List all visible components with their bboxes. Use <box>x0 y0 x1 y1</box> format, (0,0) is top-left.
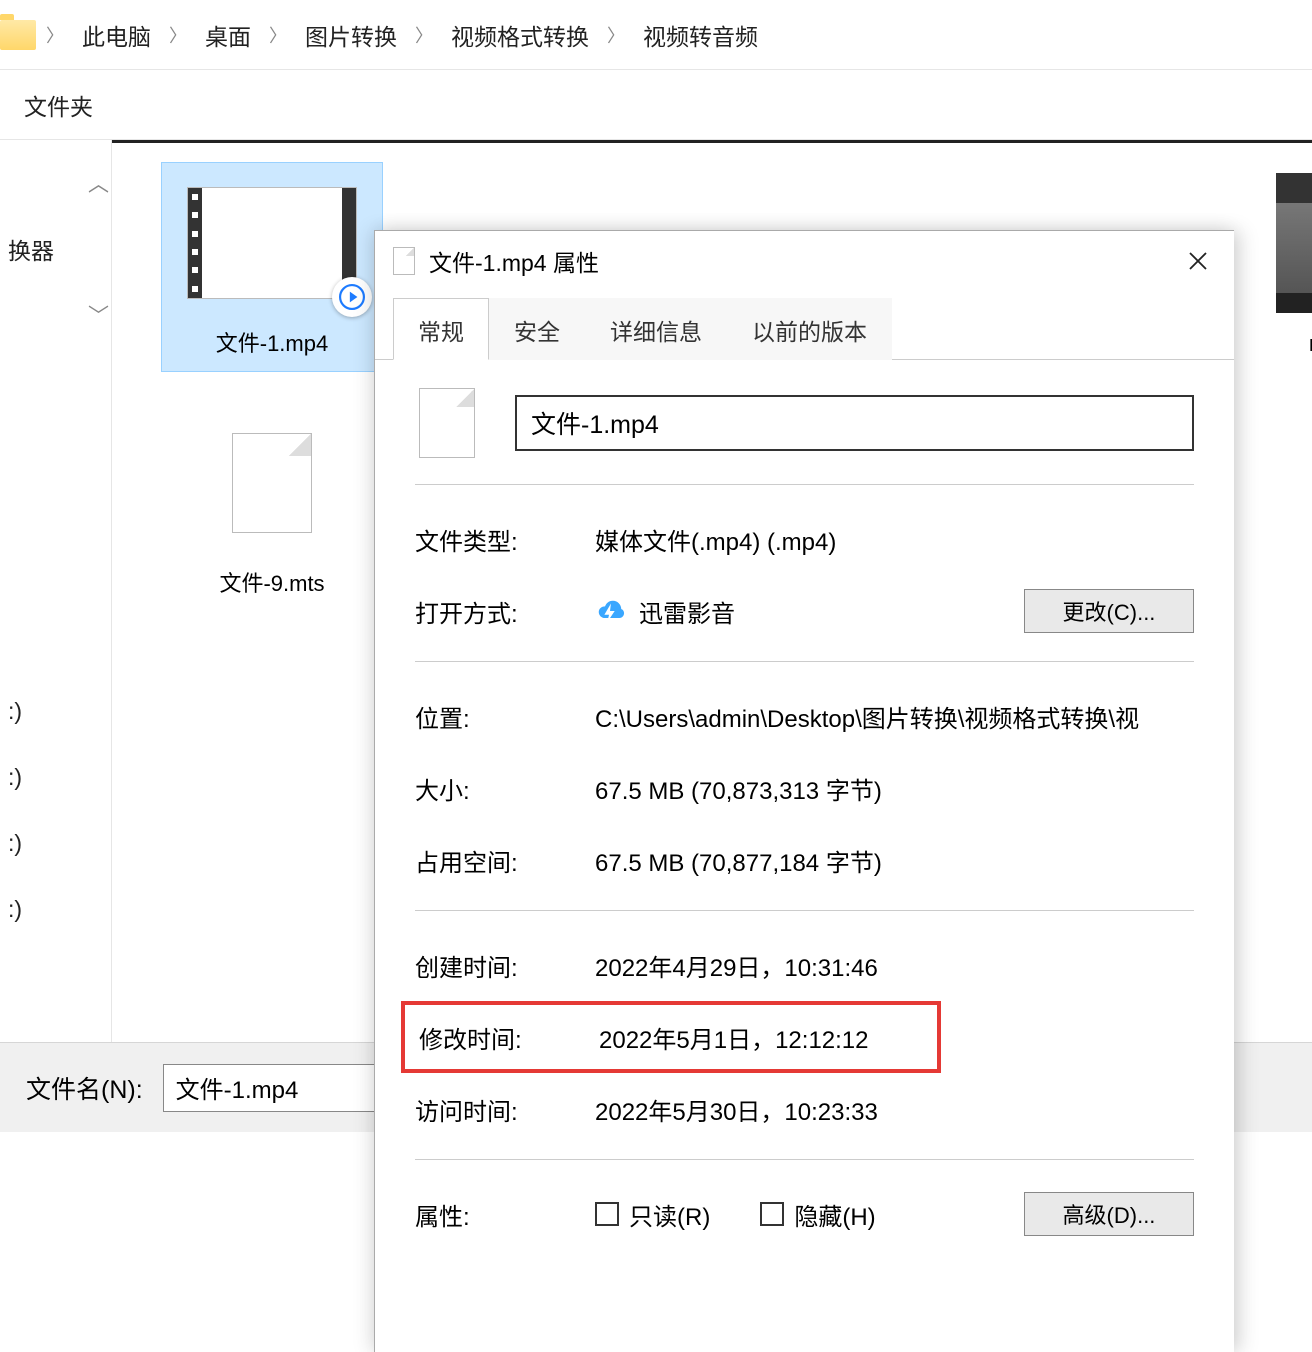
document-icon <box>232 433 312 533</box>
value-filetype: 媒体文件(.mp4) (.mp4) <box>595 522 1194 557</box>
file-name: 文件-1.mp4 <box>162 323 382 371</box>
tab-details[interactable]: 详细信息 <box>585 298 727 360</box>
file-item-selected[interactable]: 文件-1.mp4 <box>162 163 382 371</box>
label-accessed: 访问时间: <box>415 1092 595 1127</box>
breadcrumb-item[interactable]: 图片转换 <box>295 18 407 52</box>
breadcrumb-item[interactable]: 此电脑 <box>72 18 161 52</box>
checkbox-label: 隐藏(H) <box>794 1197 875 1232</box>
breadcrumb-item[interactable]: 视频格式转换 <box>441 18 599 52</box>
nav-item[interactable]: :) <box>0 830 22 857</box>
label-sizeondisk: 占用空间: <box>415 843 595 878</box>
chevron-right-icon: 〉 <box>44 22 66 48</box>
value-created: 2022年4月29日，10:31:46 <box>595 948 1194 983</box>
tab-previous-versions[interactable]: 以前的版本 <box>727 298 892 360</box>
value-modified: 2022年5月1日，12:12:12 <box>599 1020 937 1055</box>
checkbox-label: 只读(R) <box>629 1197 710 1232</box>
tab-security[interactable]: 安全 <box>489 298 585 360</box>
chevron-down-icon[interactable]: ﹀ <box>0 300 109 330</box>
nav-item[interactable]: :) <box>0 764 22 791</box>
chevron-right-icon: 〉 <box>167 22 189 48</box>
dialog-tabs: 常规 安全 详细信息 以前的版本 <box>375 297 1234 360</box>
file-item[interactable]: 文件-9.mts <box>162 403 382 611</box>
breadcrumb-item[interactable]: 视频转音频 <box>633 18 768 52</box>
close-button[interactable] <box>1180 243 1216 279</box>
dialog-titlebar: 文件-1.mp4 属性 <box>375 231 1234 291</box>
chevron-up-icon[interactable]: ︿ <box>0 168 109 198</box>
address-bar: 〉 此电脑 〉 桌面 〉 图片转换 〉 视频格式转换 〉 视频转音频 <box>0 0 1312 70</box>
chevron-right-icon: 〉 <box>267 22 289 48</box>
breadcrumb-item[interactable]: 桌面 <box>195 18 261 52</box>
change-button[interactable]: 更改(C)... <box>1024 589 1194 633</box>
video-thumbnail-icon <box>1276 173 1312 313</box>
video-thumbnail-icon <box>187 187 357 299</box>
tab-general[interactable]: 常规 <box>393 298 489 360</box>
file-name: 文件-9.mts <box>162 563 382 611</box>
chevron-right-icon: 〉 <box>605 22 627 48</box>
checkbox-hidden[interactable]: 隐藏(H) <box>760 1197 875 1232</box>
thunder-app-icon <box>595 596 625 626</box>
nav-item[interactable]: :) <box>0 698 22 725</box>
folder-icon <box>0 20 36 50</box>
label-attributes: 属性: <box>415 1197 595 1232</box>
advanced-button[interactable]: 高级(D)... <box>1024 1192 1194 1236</box>
nav-item[interactable]: 换器 <box>0 232 54 266</box>
value-openwith: 迅雷影音 <box>639 594 735 629</box>
filename-input[interactable] <box>163 1064 383 1112</box>
label-modified: 修改时间: <box>419 1020 599 1055</box>
chevron-right-icon: 〉 <box>413 22 435 48</box>
label-openwith: 打开方式: <box>415 594 595 629</box>
label-size: 大小: <box>415 771 595 806</box>
highlight-modified-row: 修改时间: 2022年5月1日，12:12:12 <box>401 1001 941 1073</box>
dialog-title: 文件-1.mp4 属性 <box>429 244 599 278</box>
filename-field[interactable]: 文件-1.mp4 <box>515 395 1194 451</box>
new-folder-label[interactable]: 文件夹 <box>8 88 109 122</box>
filename-label: 文件名(N): <box>26 1070 143 1106</box>
checkbox-readonly[interactable]: 只读(R) <box>595 1197 710 1232</box>
value-accessed: 2022年5月30日，10:23:33 <box>595 1092 1194 1127</box>
close-icon <box>1188 251 1208 271</box>
value-sizeondisk: 67.5 MB (70,877,184 字节) <box>595 843 1194 878</box>
label-created: 创建时间: <box>415 948 595 983</box>
explorer-toolbar: 文件夹 <box>0 70 1312 140</box>
document-icon <box>419 388 475 458</box>
checkbox-icon <box>595 1202 619 1226</box>
play-overlay-icon <box>332 277 372 317</box>
label-filetype: 文件类型: <box>415 522 595 557</box>
properties-dialog: 文件-1.mp4 属性 常规 安全 详细信息 以前的版本 文件-1.mp4 文件… <box>374 230 1234 1352</box>
checkbox-icon <box>760 1202 784 1226</box>
value-location: C:\Users\admin\Desktop\图片转换\视频格式转换\视 <box>595 699 1194 734</box>
value-size: 67.5 MB (70,873,313 字节) <box>595 771 1194 806</box>
document-icon <box>393 247 415 275</box>
nav-item[interactable]: :) <box>0 896 22 923</box>
label-location: 位置: <box>415 699 595 734</box>
